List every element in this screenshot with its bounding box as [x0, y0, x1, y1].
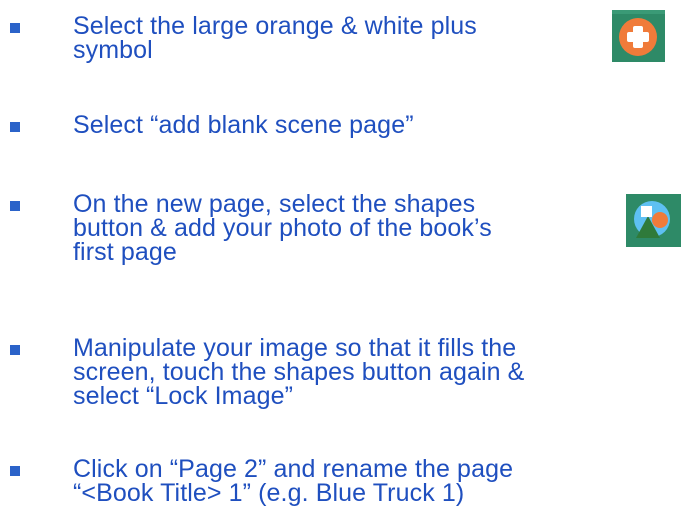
instruction-5-line-1: Click on “Page 2” and rename the page [73, 455, 514, 483]
bullet-marker [10, 122, 20, 132]
instruction-2-line-1: Select “add blank scene page” [73, 111, 414, 139]
bullet-marker [10, 23, 20, 33]
instruction-4-line-3: select “Lock Image” [73, 382, 294, 410]
instruction-1-text: Select the large orange & white plus sym… [73, 12, 477, 64]
shapes-icon [626, 194, 681, 247]
instruction-3-line-2: button & add your photo of the book’s [73, 214, 492, 242]
instruction-2-text: Select “add blank scene page” [73, 111, 414, 139]
bullet-marker [10, 345, 20, 355]
instruction-4-text: Manipulate your image so that it fills t… [73, 334, 525, 410]
instruction-4-line-2: screen, touch the shapes button again & [73, 358, 525, 386]
instruction-3-line-3: first page [73, 238, 177, 266]
instruction-5-text: Click on “Page 2” and rename the page “<… [73, 455, 514, 507]
instruction-1-line-1: Select the large orange & white plus [73, 12, 477, 40]
instruction-1-line-2: symbol [73, 36, 153, 64]
orange-plus-icon [612, 10, 665, 62]
bullet-marker [10, 466, 20, 476]
instruction-3-line-1: On the new page, select the shapes [73, 190, 476, 218]
instruction-5-line-2: “<Book Title> 1” (e.g. Blue Truck 1) [73, 479, 465, 507]
instruction-3-text: On the new page, select the shapes butto… [73, 190, 492, 266]
instruction-4-line-1: Manipulate your image so that it fills t… [73, 334, 517, 362]
bullet-marker [10, 201, 20, 211]
